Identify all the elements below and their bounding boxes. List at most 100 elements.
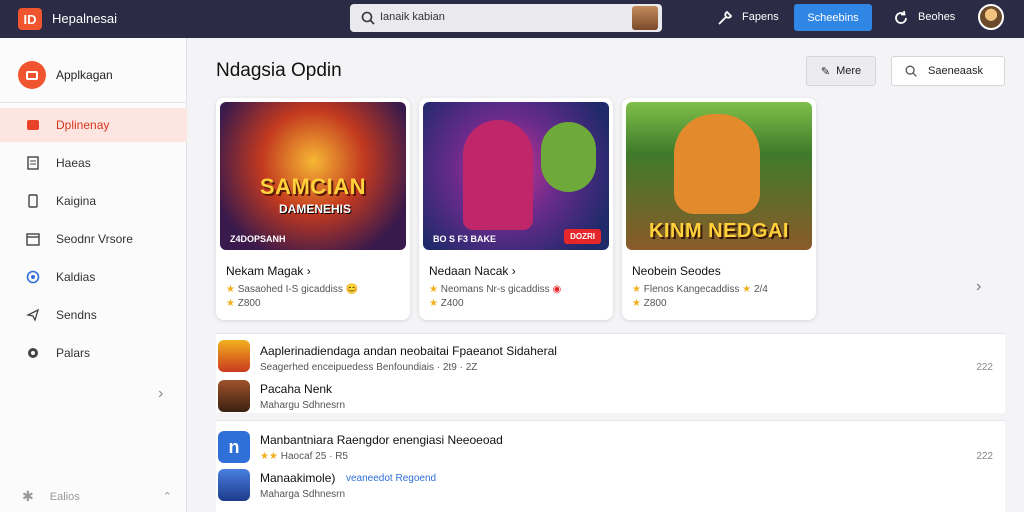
game-rating: ★ Z800 — [632, 298, 667, 309]
game-name: Nedaan Nacak › — [429, 264, 516, 278]
game-rating: ★ Z800 — [226, 298, 261, 309]
chevron-up-icon: ⌃ — [162, 491, 172, 503]
sidebar-item-label: Sendns — [56, 308, 97, 322]
document-icon — [26, 156, 40, 170]
star-icon: ★ — [226, 284, 238, 295]
cards-next-arrow-icon[interactable]: › — [976, 278, 981, 296]
sidebar-footer-label: Ealios — [49, 490, 80, 503]
grid-icon — [26, 118, 40, 132]
tools-icon[interactable] — [716, 9, 734, 27]
star-icon: ★ — [429, 298, 441, 309]
sidekick-figure — [541, 122, 596, 192]
sidebar-item-label: Haeas — [56, 156, 91, 170]
user-avatar[interactable] — [978, 4, 1004, 30]
tablet-icon — [26, 194, 40, 208]
refresh-icon[interactable] — [892, 9, 910, 27]
list-item[interactable]: n Manbantniara Raengdor enengiasi Neeoeo… — [216, 420, 1005, 512]
game-art-caption: BO S F3 BAKE — [433, 234, 497, 244]
settings-icon — [26, 346, 40, 360]
search-input[interactable]: Ianaik kabian — [380, 11, 445, 23]
list-item[interactable]: Aaplerinadiendaga andan neobaitai Fpaean… — [216, 333, 1005, 413]
search-icon — [361, 11, 375, 25]
app-icon — [218, 469, 250, 501]
sidebar-item-sendns[interactable]: Sendns — [0, 298, 187, 332]
hero-figure — [674, 114, 760, 214]
top-link-fapens[interactable]: Fapens — [742, 11, 779, 23]
list-item-subtitle: ★★ Haocaf 25 · R5 — [260, 451, 348, 462]
search-avatar — [632, 6, 658, 30]
sidebar-footer[interactable]: ✱ Ealios ⌃ — [22, 488, 172, 505]
sidebar-item-label: Kaldias — [56, 270, 96, 284]
list-item-subtitle: Seagerhed enceipuedess Benfoundiais · 2t… — [260, 362, 478, 373]
more-button[interactable]: ✎ Mere — [806, 56, 876, 86]
star-icon: ★ — [742, 284, 752, 295]
game-meta: ★ Flenos Kangecaddiss ★ 2/4 — [632, 284, 768, 295]
game-card[interactable]: KINM NEDGAI Neobein Seodes ★ Flenos Kang… — [622, 98, 816, 320]
list-item-subtitle-secondary: Mahargu Sdhnesrn — [260, 400, 346, 411]
app-icon: n — [218, 431, 250, 463]
sidebar-item-kaigina[interactable]: Kaigina — [0, 184, 187, 218]
list-item-subtitle-secondary: Maharga Sdhnesrn — [260, 489, 346, 500]
list-item-title: Aaplerinadiendaga andan neobaitai Fpaean… — [260, 344, 557, 358]
sidebar-item-haeas[interactable]: Haeas — [0, 146, 187, 180]
sidebar-title: Applkagan — [56, 68, 113, 82]
game-rating: ★ Z400 — [429, 298, 464, 309]
top-bar: ID Hepalnesai Ianaik kabian Fapens Schee… — [0, 0, 1024, 38]
star-icon: ★ — [429, 284, 441, 295]
headset-icon — [26, 270, 40, 284]
gear-icon: ✱ — [22, 488, 34, 504]
sidebar-item-label: Seodnr Vrsore — [56, 232, 133, 246]
sidebar-header[interactable]: Applkagan — [18, 61, 113, 89]
list-item-title-secondary: Manaakimole) — [260, 471, 336, 485]
sidebar-item-label: Dplinenay — [56, 118, 110, 132]
emoji-icon: 😊 — [345, 284, 359, 295]
sidebar-item-kaldias[interactable]: Kaldias — [0, 260, 187, 294]
game-art-image: KINM NEDGAI — [626, 102, 812, 250]
sidebar-item-palars[interactable]: Palars — [0, 336, 187, 370]
sidebar-item-dplinenay[interactable]: Dplinenay — [0, 108, 187, 142]
game-art-caption: Z4DOPSANH — [230, 234, 286, 244]
sidebar-expand-chevron-icon[interactable]: › — [158, 385, 163, 403]
game-art-title: SAMCIAN — [259, 174, 367, 199]
game-card[interactable]: SAMCIAN DAMENEHIS Z4DOPSANH Nekam Magak … — [216, 98, 410, 320]
top-primary-button[interactable]: Scheebins — [794, 4, 872, 31]
game-art-subtitle: DAMENEHIS — [278, 202, 351, 216]
star-icon: ★ — [226, 298, 238, 309]
brand-name[interactable]: Hepalnesai — [52, 11, 117, 26]
calendar-icon — [26, 232, 40, 246]
more-button-label: Mere — [836, 65, 862, 77]
brand-logo[interactable]: ID — [18, 8, 42, 30]
game-art-image: SAMCIAN DAMENEHIS Z4DOPSANH — [220, 102, 406, 250]
search-box[interactable]: Ianaik kabian — [350, 4, 662, 32]
star-icon: ★ — [632, 298, 644, 309]
send-icon — [26, 308, 40, 322]
list-item-title: Manbantniara Raengdor enengiasi Neeoeoad — [260, 433, 503, 447]
search-button[interactable]: Saeneaask — [891, 56, 1005, 86]
game-art-image: BO S F3 BAKE DOZRI — [423, 102, 609, 250]
sidebar-item-label: Palars — [56, 346, 91, 360]
record-icon: ◉ — [552, 284, 562, 295]
game-meta: ★ Neomans Nr-s gicaddiss ◉ — [429, 284, 562, 295]
sidebar: Applkagan Dplinenay Haeas Kaigina Seodnr… — [0, 38, 187, 512]
list-item-title-secondary: Pacaha Nenk — [260, 382, 333, 396]
page-title: Ndagsia Opdin — [216, 60, 342, 81]
hero-figure — [463, 120, 533, 230]
list-item-link[interactable]: veaneedot Regoend — [346, 473, 436, 484]
app-icon — [218, 340, 250, 372]
game-name: Nekam Magak › — [226, 264, 311, 278]
list-item-count: 222 — [976, 362, 993, 373]
top-link-beohes[interactable]: Beohes — [918, 11, 955, 23]
search-button-label: Saeneaask — [928, 65, 984, 77]
list-item-count: 222 — [976, 451, 993, 462]
app-logo-icon — [18, 61, 46, 89]
user-avatar — [218, 380, 250, 412]
star-icon: ★ — [632, 284, 644, 295]
divider — [0, 102, 187, 103]
game-art-badge: DOZRI — [564, 229, 601, 244]
game-name: Neobein Seodes — [632, 264, 721, 278]
game-card[interactable]: BO S F3 BAKE DOZRI Nedaan Nacak › ★ Neom… — [419, 98, 613, 320]
edit-icon: ✎ — [820, 65, 831, 78]
star-icon: ★★ — [260, 451, 281, 462]
search-icon — [905, 65, 917, 77]
sidebar-item-seodnr-vrsore[interactable]: Seodnr Vrsore — [0, 222, 187, 256]
